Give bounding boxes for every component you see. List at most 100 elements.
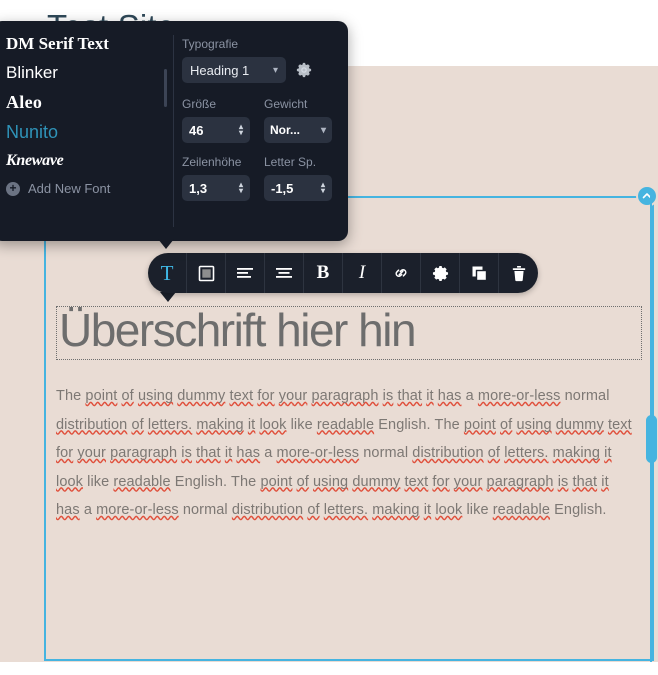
app-root: Test Site Überschrift hier hin The point…	[0, 0, 658, 675]
heading-text[interactable]: Überschrift hier hin	[59, 301, 417, 361]
spellcheck-word: letters.	[147, 416, 193, 433]
spellcheck-word: your	[278, 388, 308, 404]
page-bottom-strip	[0, 662, 658, 675]
lineheight-stepper[interactable]: 1,3 ▴ ▾	[182, 175, 250, 201]
duplicate-button[interactable]	[460, 253, 499, 293]
color-square-icon	[198, 265, 215, 282]
font-item-aleo[interactable]: Aleo	[6, 93, 168, 111]
stepper-arrows-icon[interactable]: ▴ ▾	[239, 123, 243, 137]
typography-controls-pane: Typografie Heading 1 ▾ Größe Gewicht 46 …	[168, 21, 348, 241]
spellcheck-word: readable	[492, 502, 550, 518]
add-new-font-label: Add New Font	[28, 181, 111, 196]
spellcheck-word: making	[196, 416, 244, 433]
color-tool-button[interactable]	[187, 253, 226, 293]
bold-button[interactable]: B	[304, 253, 343, 293]
paragraph-element[interactable]: The point of using dummy text for your p…	[56, 382, 636, 525]
spellcheck-word: paragraph	[110, 445, 178, 461]
heading-element[interactable]: Überschrift hier hin	[56, 304, 642, 360]
paragraph-run: normal	[178, 502, 232, 518]
lineheight-letterspacing-labels: Zeilenhöhe Letter Sp.	[182, 155, 332, 175]
paragraph-run: like	[462, 502, 493, 518]
spellcheck-word: using	[137, 388, 174, 404]
stepper-arrows-icon[interactable]: ▴ ▾	[239, 181, 243, 195]
spellcheck-word: letters.	[323, 502, 369, 518]
scrollbar-thumb[interactable]	[646, 415, 657, 463]
spellcheck-word: of	[296, 473, 309, 490]
gear-icon	[296, 62, 312, 78]
spellcheck-word: more-or-less	[96, 502, 179, 518]
stepper-arrows-icon[interactable]: ▴ ▾	[321, 181, 325, 195]
spellcheck-word: using	[516, 416, 552, 433]
spellcheck-word: that	[397, 388, 423, 404]
chevron-down-icon: ▾	[272, 64, 278, 76]
paragraph-run: a	[79, 502, 97, 518]
size-stepper[interactable]: 46 ▴ ▾	[182, 117, 250, 143]
chevron-down-icon: ▾	[320, 124, 326, 136]
align-center-icon	[275, 265, 293, 281]
spellcheck-word: it	[426, 388, 434, 404]
spellcheck-word: distribution	[412, 445, 484, 461]
spellcheck-word: text	[404, 473, 429, 490]
font-item-nunito[interactable]: Nunito	[6, 123, 168, 141]
bold-icon: B	[316, 262, 330, 283]
spellcheck-word: making	[552, 445, 601, 461]
font-item-blinker[interactable]: Blinker	[6, 64, 168, 81]
spellcheck-word: point	[463, 416, 496, 433]
weight-select[interactable]: Nor... ▾	[264, 117, 332, 143]
font-item-dm-serif-text[interactable]: DM Serif Text	[6, 35, 168, 52]
duplicate-icon	[471, 265, 488, 282]
plus-icon: +	[6, 181, 20, 196]
italic-icon: I	[358, 262, 366, 283]
panel-divider	[173, 35, 174, 227]
font-list-scrollbar[interactable]	[164, 69, 167, 107]
toolbar-pointer-arrow	[160, 292, 176, 302]
spellcheck-word: dummy	[352, 473, 401, 490]
spellcheck-word: for	[432, 473, 450, 490]
spellcheck-word: distribution	[231, 502, 304, 518]
spellcheck-word: point	[260, 473, 293, 490]
spellcheck-word: more-or-less	[477, 388, 561, 404]
spellcheck-word: of	[307, 502, 320, 518]
paragraph-text[interactable]: The point of using dummy text for your p…	[56, 382, 636, 525]
link-button[interactable]	[382, 253, 421, 293]
weight-label: Gewicht	[264, 97, 308, 111]
spellcheck-word: has	[56, 502, 80, 518]
letterspacing-stepper[interactable]: -1,5 ▴ ▾	[264, 175, 332, 201]
spellcheck-word: it	[604, 445, 612, 461]
spellcheck-word: for	[257, 388, 275, 404]
lineheight-value: 1,3	[189, 180, 208, 196]
italic-button[interactable]: I	[343, 253, 382, 293]
spellcheck-word: your	[77, 445, 106, 461]
paragraph-run: a	[260, 445, 277, 461]
paragraph-run: The	[56, 388, 86, 404]
spellcheck-word: of	[487, 445, 501, 461]
spellcheck-word: look	[56, 473, 83, 490]
paragraph-run: like	[286, 416, 317, 433]
align-left-icon	[236, 265, 254, 281]
typography-row: Heading 1 ▾	[182, 57, 332, 83]
spellcheck-word: text	[607, 416, 632, 433]
typography-select[interactable]: Heading 1 ▾	[182, 57, 286, 83]
paragraph-run: English. The	[170, 473, 261, 490]
spellcheck-word: look	[435, 502, 463, 518]
spellcheck-word: has	[236, 445, 261, 461]
letterspacing-label: Letter Sp.	[264, 155, 317, 169]
add-new-font-button[interactable]: + Add New Font	[6, 181, 168, 196]
paragraph-run: like	[83, 473, 114, 490]
T-icon: T	[160, 260, 174, 285]
typography-panel: DM Serif Text Blinker Aleo Nunito Knewav…	[0, 21, 348, 241]
spellcheck-word: paragraph	[486, 473, 554, 490]
text-tool-button[interactable]: T	[148, 253, 187, 293]
weight-value: Nor...	[270, 123, 301, 137]
font-item-knewave[interactable]: Knewave	[6, 153, 168, 169]
align-center-button[interactable]	[265, 253, 304, 293]
spellcheck-word: point	[85, 388, 118, 404]
typography-settings-button[interactable]	[296, 62, 312, 78]
settings-button[interactable]	[421, 253, 460, 293]
spellcheck-word: readable	[316, 416, 375, 433]
align-left-button[interactable]	[226, 253, 265, 293]
delete-button[interactable]	[499, 253, 538, 293]
spellcheck-word: more-or-less	[276, 445, 360, 461]
spellcheck-word: readable	[113, 473, 171, 490]
paragraph-run: normal	[560, 388, 610, 404]
